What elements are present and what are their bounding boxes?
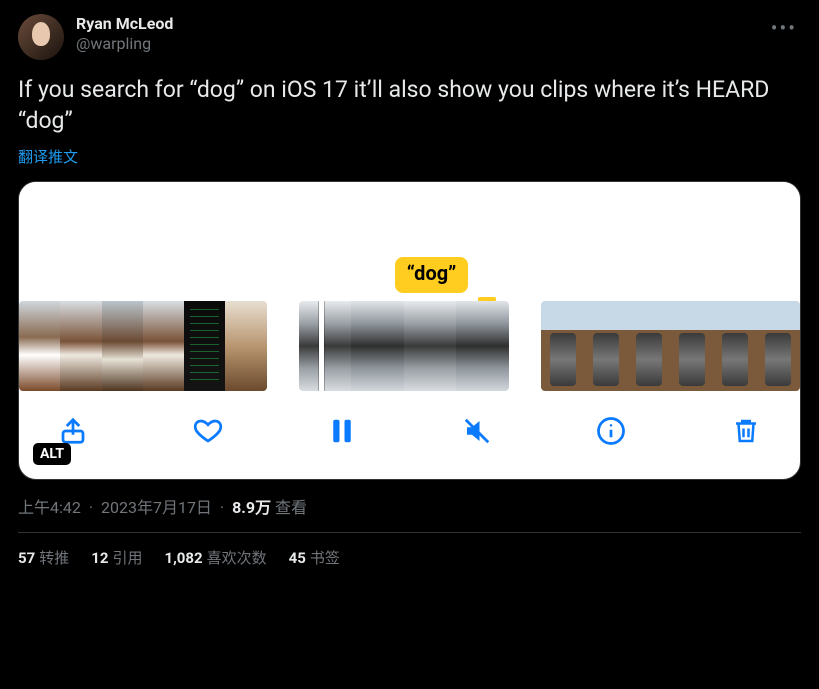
thumbnail-frame bbox=[184, 301, 225, 391]
thumbnail-frame bbox=[757, 301, 800, 391]
search-tag-badge: “dog” bbox=[395, 257, 469, 293]
pause-icon[interactable] bbox=[322, 411, 362, 451]
tweet-container: Ryan McLeod @warpling ••• If you search … bbox=[0, 0, 819, 578]
tweet-time[interactable]: 上午4:42 bbox=[18, 498, 81, 517]
quotes-label: 引用 bbox=[112, 549, 142, 567]
bookmarks-label: 书签 bbox=[310, 549, 340, 567]
info-icon[interactable] bbox=[591, 411, 631, 451]
thumbnail-frame bbox=[541, 301, 584, 391]
alt-badge[interactable]: ALT bbox=[33, 443, 71, 465]
tweet-date[interactable]: 2023年7月17日 bbox=[101, 498, 212, 517]
retweets-stat[interactable]: 57转推 bbox=[18, 547, 69, 568]
avatar[interactable] bbox=[18, 14, 64, 60]
translate-link[interactable]: 翻译推文 bbox=[18, 146, 78, 167]
thumbnail-frame bbox=[584, 301, 627, 391]
thumbnail-frame bbox=[351, 301, 404, 391]
mute-icon[interactable] bbox=[457, 411, 497, 451]
views-label: 查看 bbox=[275, 498, 307, 517]
media-whitespace bbox=[19, 182, 800, 257]
thumbnail-frame bbox=[404, 301, 457, 391]
heart-icon[interactable] bbox=[188, 411, 228, 451]
tweet-stats: 57转推 12引用 1,082 喜欢次数 45书签 bbox=[18, 547, 801, 568]
thumbnail-frame bbox=[299, 301, 352, 391]
tweet-meta: 上午4:42 · 2023年7月17日 · 8.9万 查看 bbox=[18, 494, 801, 518]
thumbnail-frame bbox=[102, 301, 143, 391]
author-handle: @warpling bbox=[76, 34, 173, 54]
retweets-count: 57 bbox=[18, 549, 35, 567]
thumbnail-frame bbox=[627, 301, 670, 391]
video-timeline[interactable] bbox=[19, 301, 800, 391]
thumbnail-frame bbox=[456, 301, 509, 391]
trash-icon[interactable] bbox=[726, 411, 766, 451]
likes-stat[interactable]: 1,082 喜欢次数 bbox=[164, 547, 266, 568]
retweets-label: 转推 bbox=[39, 549, 69, 567]
author-name-block[interactable]: Ryan McLeod @warpling bbox=[76, 14, 173, 54]
thumbnail-frame bbox=[225, 301, 266, 391]
meta-separator: · bbox=[220, 498, 224, 517]
media-card[interactable]: “dog” bbox=[18, 181, 801, 480]
thumbnail-frame bbox=[60, 301, 101, 391]
clip-group-2[interactable] bbox=[299, 301, 509, 391]
media-toolbar bbox=[19, 391, 800, 479]
more-options-button[interactable]: ••• bbox=[767, 14, 801, 42]
meta-separator: · bbox=[89, 498, 93, 517]
thumbnail-frame bbox=[143, 301, 184, 391]
likes-label: 喜欢次数 bbox=[207, 549, 267, 567]
thumbnail-frame bbox=[19, 301, 60, 391]
divider bbox=[18, 532, 801, 533]
playhead[interactable] bbox=[319, 301, 324, 391]
bookmarks-stat[interactable]: 45书签 bbox=[289, 547, 340, 568]
clip-group-3[interactable] bbox=[541, 301, 800, 391]
thumbnail-frame bbox=[714, 301, 757, 391]
tweet-text: If you search for “dog” on iOS 17 it’ll … bbox=[18, 74, 801, 136]
quotes-count: 12 bbox=[91, 549, 108, 567]
bookmarks-count: 45 bbox=[289, 549, 306, 567]
author-display-name: Ryan McLeod bbox=[76, 14, 173, 34]
likes-count: 1,082 bbox=[164, 549, 202, 567]
tweet-header: Ryan McLeod @warpling ••• bbox=[18, 14, 801, 60]
views-count[interactable]: 8.9万 bbox=[232, 498, 271, 517]
search-tag-row: “dog” bbox=[19, 257, 800, 293]
quotes-stat[interactable]: 12引用 bbox=[91, 547, 142, 568]
thumbnail-frame bbox=[671, 301, 714, 391]
clip-group-1[interactable] bbox=[19, 301, 267, 391]
